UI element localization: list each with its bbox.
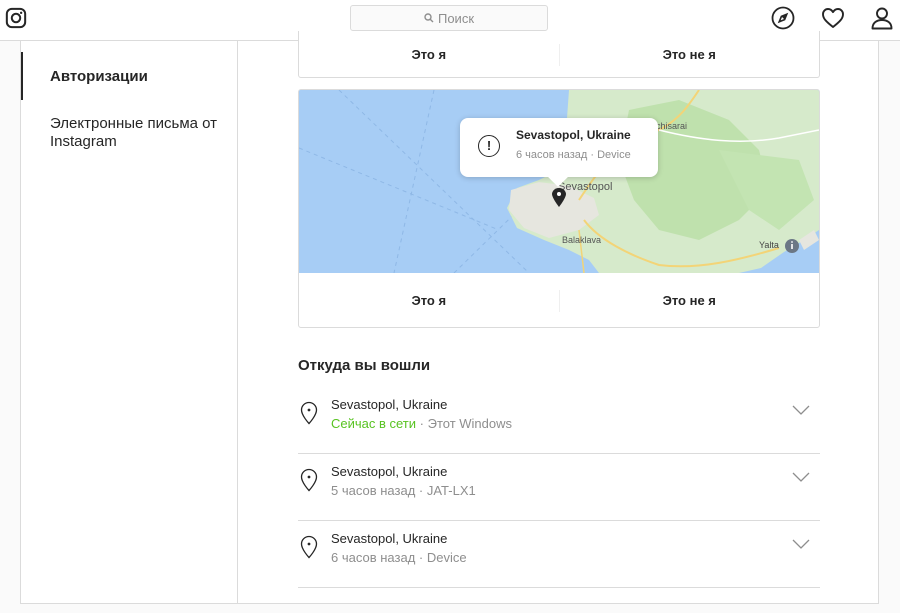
location-pin-icon [300, 535, 318, 559]
login-map-card: Sevastopol Balaklava Yalta chisarai ! Se… [298, 89, 820, 328]
popup-device: Device [597, 149, 631, 161]
location-pin-icon [300, 401, 318, 425]
sidebar-item-label: Электронные письма от Instagram [50, 115, 218, 150]
chevron-down-icon[interactable] [792, 471, 810, 483]
chevron-down-icon[interactable] [792, 404, 810, 416]
map-info-icon[interactable] [785, 239, 799, 253]
this-wasnt-me-button[interactable]: Это не я [560, 274, 820, 327]
map-label-yalta: Yalta [759, 240, 779, 250]
settings-container: Авторизации Электронные письма от Instag… [20, 31, 879, 604]
sidebar-item-label: Авторизации [50, 68, 148, 85]
search-placeholder: Поиск [437, 10, 475, 26]
login-status: 5 часов назад [331, 483, 416, 498]
chevron-down-icon[interactable] [792, 538, 810, 550]
login-status: Сейчас в сети [331, 416, 417, 431]
login-meta: Сейчас в сети · Этот Windows [331, 416, 512, 431]
compass-icon[interactable] [771, 6, 795, 30]
login-location-map[interactable]: Sevastopol Balaklava Yalta chisarai ! Se… [299, 90, 819, 273]
login-location: Sevastopol, Ukraine [331, 464, 448, 479]
confirm-button-row: Это я Это не я [299, 31, 820, 77]
popup-meta: 6 часов назад · Device [516, 149, 631, 161]
popup-location: Sevastopol, Ukraine [516, 128, 631, 142]
login-activity-card: Это я Это не я [298, 31, 820, 78]
heart-icon[interactable] [821, 6, 845, 30]
location-popup: ! Sevastopol, Ukraine 6 часов назад · De… [460, 118, 658, 177]
search-icon [424, 13, 434, 23]
profile-icon[interactable] [870, 6, 894, 30]
map-label-bakhchisarai: chisarai [656, 121, 687, 131]
login-location: Sevastopol, Ukraine [331, 397, 448, 412]
meta-separator: · [415, 483, 427, 498]
login-status: 6 часов назад [331, 550, 416, 565]
logins-section-title: Откуда вы вошли [298, 357, 431, 374]
search-input[interactable]: Поиск [350, 5, 548, 31]
login-meta: 5 часов назад · JAT-LX1 [331, 483, 476, 498]
settings-sidebar: Авторизации Электронные письма от Instag… [21, 41, 238, 603]
login-location: Sevastopol, Ukraine [331, 531, 448, 546]
this-wasnt-me-button[interactable]: Это не я [560, 31, 820, 77]
sidebar-item-instagram-emails[interactable]: Электронные письма от Instagram [21, 115, 221, 151]
confirm-button-row: Это я Это не я [299, 274, 819, 327]
sidebar-item-authorizations[interactable]: Авторизации [21, 52, 237, 100]
login-device: Этот Windows [427, 416, 512, 431]
login-meta: 6 часов назад · Device [331, 550, 467, 565]
meta-separator: · [415, 550, 427, 565]
login-list-item[interactable]: Sevastopol, Ukraine 5 часов назад · JAT-… [298, 454, 820, 521]
meta-separator: · [416, 416, 428, 431]
login-list-item[interactable]: Sevastopol, Ukraine 6 часов назад · Devi… [298, 521, 820, 588]
alert-circle-icon: ! [478, 135, 500, 157]
popup-time: 6 часов назад [516, 149, 588, 161]
login-device: JAT-LX1 [426, 483, 476, 498]
map-label-balaklava: Balaklava [562, 235, 601, 245]
this-was-me-button[interactable]: Это я [299, 274, 559, 327]
instagram-logo-icon[interactable] [5, 7, 27, 29]
this-was-me-button[interactable]: Это я [299, 31, 559, 77]
location-pin-icon [300, 468, 318, 492]
map-label-city: Sevastopol [558, 181, 612, 193]
login-device: Device [426, 550, 467, 565]
login-list-item[interactable]: Sevastopol, Ukraine Сейчас в сети · Этот… [298, 387, 820, 454]
